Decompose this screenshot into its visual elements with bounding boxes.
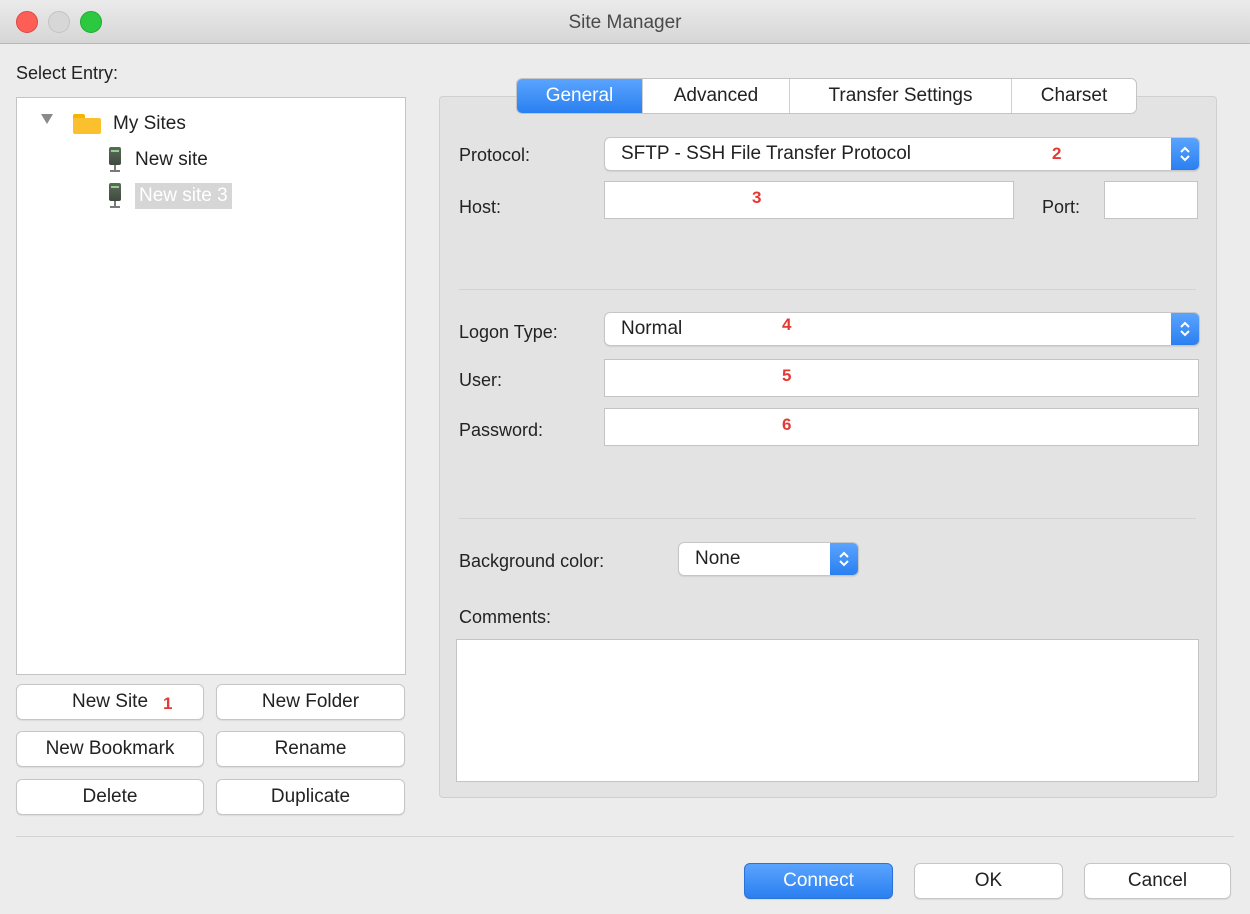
comments-textarea[interactable] [456,639,1199,782]
separator [459,289,1196,290]
stepper-icon [1171,138,1199,170]
tree-item-label: New site [135,149,208,170]
annotation-3: 3 [752,188,762,207]
site-manager-window: Site Manager Select Entry: My Sites New … [0,0,1250,914]
tab-general[interactable]: General [517,79,643,113]
tree-item-label: My Sites [113,113,186,134]
background-color-label: Background color: [459,551,605,571]
delete-button[interactable]: Delete [16,779,204,815]
stepper-icon [1171,313,1199,345]
server-icon [109,147,121,173]
host-label: Host: [459,197,502,217]
protocol-label: Protocol: [459,145,531,165]
tree-item-new-site-3[interactable]: New site 3 [109,181,232,211]
annotation-6: 6 [782,415,792,434]
folder-icon [73,114,101,134]
annotation-1: 1 [163,694,173,713]
new-folder-button[interactable]: New Folder [216,684,405,720]
separator [459,518,1196,519]
host-input[interactable] [604,181,1014,219]
stepper-icon [830,543,858,575]
ok-button[interactable]: OK [914,863,1063,899]
background-color-select[interactable]: None [678,542,859,576]
protocol-value: SFTP - SSH File Transfer Protocol [621,143,912,164]
password-label: Password: [459,420,544,440]
annotation-4: 4 [782,315,792,334]
port-label: Port: [1042,197,1081,217]
new-site-button[interactable]: New Site [16,684,204,720]
tree-item-new-site[interactable]: New site [109,145,208,175]
tree-item-label: New site 3 [135,183,232,209]
annotation-2: 2 [1052,144,1062,163]
duplicate-button[interactable]: Duplicate [216,779,405,815]
footer-separator [16,836,1234,837]
protocol-select[interactable]: SFTP - SSH File Transfer Protocol [604,137,1200,171]
user-label: User: [459,370,503,390]
comments-label: Comments: [459,607,552,627]
button-label: New Site [71,691,149,712]
new-bookmark-button[interactable]: New Bookmark [16,731,204,767]
tab-charset[interactable]: Charset [1012,79,1136,113]
logon-type-label: Logon Type: [459,322,558,342]
tab-advanced[interactable]: Advanced [643,79,790,113]
disclosure-triangle-icon[interactable] [41,114,53,124]
rename-button[interactable]: Rename [216,731,405,767]
site-tree[interactable]: My Sites New site New site 3 [16,97,406,675]
connect-button[interactable]: Connect [744,863,893,899]
logon-type-select[interactable]: Normal [604,312,1200,346]
annotation-5: 5 [782,366,792,385]
tab-transfer-settings[interactable]: Transfer Settings [790,79,1012,113]
tab-bar: General Advanced Transfer Settings Chars… [516,78,1137,114]
background-color-value: None [695,548,741,569]
password-input[interactable] [604,408,1199,446]
port-input[interactable] [1104,181,1198,219]
window-title: Site Manager [568,12,682,33]
title-bar[interactable]: Site Manager [0,0,1250,44]
logon-type-value: Normal [621,318,683,339]
server-icon [109,183,121,209]
cancel-button[interactable]: Cancel [1084,863,1231,899]
select-entry-label: Select Entry: [16,63,119,83]
tree-item-my-sites[interactable]: My Sites [73,109,186,139]
user-input[interactable] [604,359,1199,397]
